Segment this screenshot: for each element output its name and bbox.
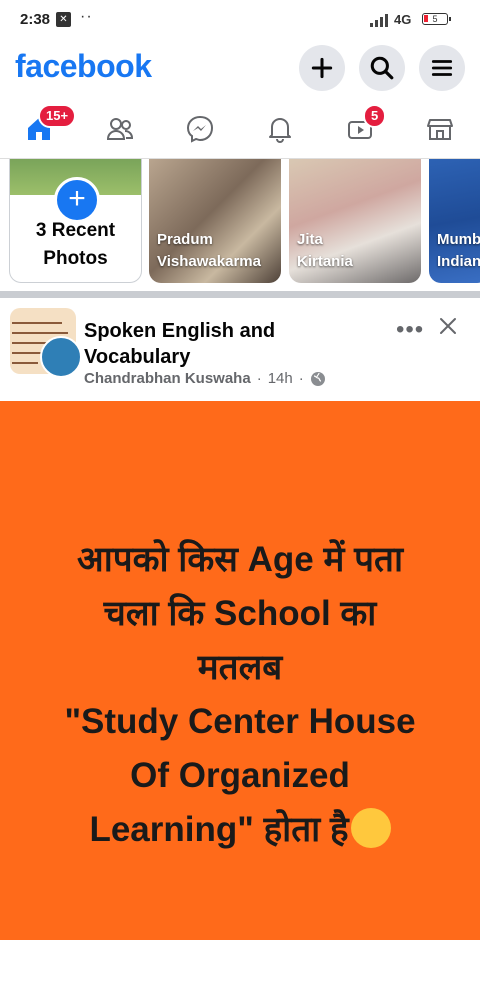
post-footer-area bbox=[0, 940, 480, 998]
facebook-logo[interactable]: facebook bbox=[15, 48, 152, 85]
story-card[interactable]: Pradum Vishawakarma bbox=[149, 159, 281, 283]
image-text-line: Learning" होता है bbox=[89, 810, 349, 849]
search-button[interactable] bbox=[359, 45, 405, 91]
post-image-text: आपको किस Age में पता चला कि School का मत… bbox=[0, 533, 480, 857]
home-badge: 15+ bbox=[38, 104, 77, 128]
notification-app-icon: ✕ bbox=[56, 12, 71, 27]
signal-icon bbox=[370, 14, 390, 27]
section-divider bbox=[0, 291, 480, 298]
create-story-card[interactable]: + 3 Recent Photos bbox=[9, 159, 142, 283]
post-image[interactable]: आपको किस Age में पता चला कि School का मत… bbox=[0, 401, 480, 940]
story-author: Mumb Indian bbox=[437, 231, 480, 270]
main-nav: 15+ 5 bbox=[0, 100, 480, 159]
more-options-icon[interactable]: ••• bbox=[396, 316, 424, 344]
author-name[interactable]: Chandrabhan Kuswaha bbox=[84, 370, 251, 387]
meta-separator: · bbox=[256, 370, 262, 387]
bell-icon bbox=[269, 118, 291, 143]
story-author: Pradum Vishawakarma bbox=[157, 231, 261, 270]
marketplace-icon bbox=[427, 119, 453, 140]
tab-notifications[interactable] bbox=[245, 106, 315, 152]
image-text-line-last: Learning" होता है bbox=[0, 803, 480, 857]
story-card[interactable]: Mumb Indian bbox=[429, 159, 480, 283]
create-button[interactable] bbox=[299, 45, 345, 91]
network-type: 4G bbox=[394, 12, 412, 27]
friends-icon bbox=[106, 118, 134, 140]
messenger-icon bbox=[186, 115, 214, 143]
image-text-line: आपको किस Age में पता bbox=[76, 540, 404, 579]
story-card[interactable]: Jita Kirtania bbox=[289, 159, 421, 283]
battery-icon: 5 bbox=[422, 13, 451, 25]
tab-friends[interactable] bbox=[85, 106, 155, 152]
smirk-emoji-icon bbox=[350, 807, 391, 848]
globe-icon bbox=[310, 371, 325, 386]
close-icon[interactable] bbox=[436, 314, 460, 338]
image-text-line: "Study Center House bbox=[64, 702, 416, 741]
status-dots: ·· bbox=[80, 8, 93, 25]
post-header: Spoken English and Vocabulary Chandrabha… bbox=[0, 298, 480, 401]
image-text-line: मतलब bbox=[197, 648, 283, 687]
post-meta: Chandrabhan Kuswaha · 14h · bbox=[84, 370, 326, 387]
post-time[interactable]: 14h bbox=[268, 370, 293, 387]
plus-icon bbox=[311, 57, 333, 79]
watch-badge: 5 bbox=[363, 104, 387, 128]
author-avatar[interactable] bbox=[40, 336, 82, 378]
search-icon bbox=[370, 56, 394, 80]
meta-separator: · bbox=[298, 370, 304, 387]
stories-tray: + 3 Recent Photos Pradum Vishawakarma Ji… bbox=[0, 159, 480, 290]
tab-marketplace[interactable] bbox=[405, 106, 475, 152]
status-time: 2:38 bbox=[20, 11, 51, 28]
tab-messenger[interactable] bbox=[165, 106, 235, 152]
tab-watch[interactable]: 5 bbox=[325, 104, 395, 152]
page-name[interactable]: Spoken English and Vocabulary bbox=[84, 318, 324, 370]
image-text-line: Of Organized bbox=[130, 756, 350, 795]
app-header: facebook bbox=[0, 40, 480, 98]
image-text-line: चला कि School का bbox=[103, 594, 377, 633]
create-story-label: 3 Recent Photos bbox=[35, 220, 116, 269]
status-bar: 2:38 ✕ ·· 4G 5 bbox=[0, 0, 480, 40]
story-author: Jita Kirtania bbox=[297, 231, 353, 270]
battery-level: 5 bbox=[432, 14, 438, 24]
menu-button[interactable] bbox=[419, 45, 465, 91]
tab-home[interactable]: 15+ bbox=[4, 104, 77, 152]
menu-icon bbox=[431, 60, 453, 76]
